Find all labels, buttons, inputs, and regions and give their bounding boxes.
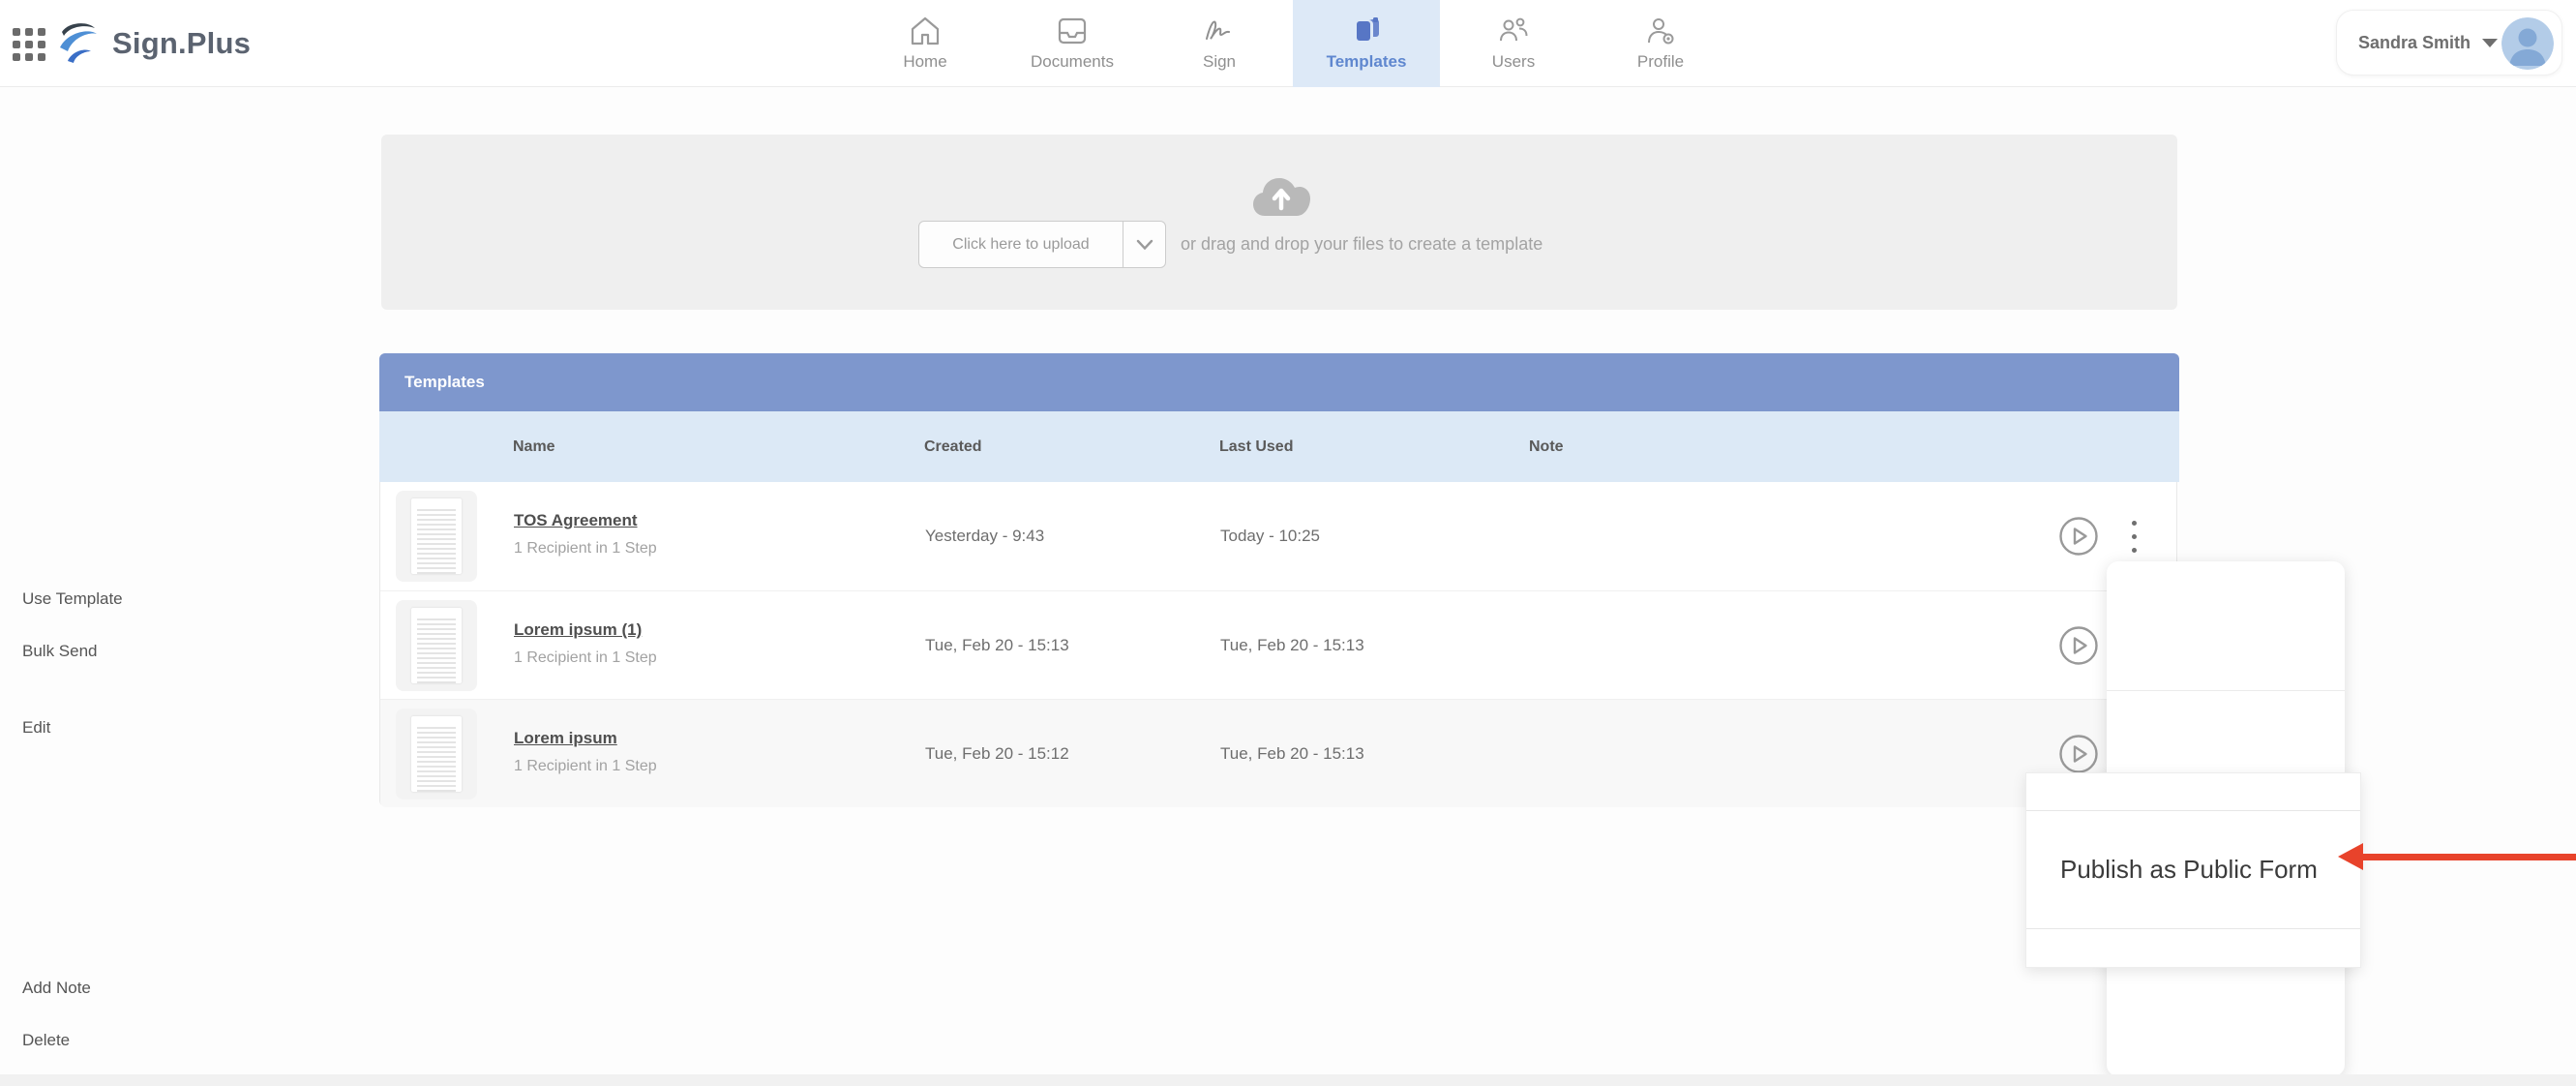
row-actions-kebab-icon[interactable] [2124, 513, 2143, 559]
callout-divider [2026, 810, 2360, 811]
template-subtitle: 1 Recipient in 1 Step [514, 758, 657, 774]
users-icon [1500, 17, 1528, 42]
menu-item-bulk-send[interactable]: Bulk Send [22, 635, 98, 668]
play-icon [2059, 626, 2098, 665]
menu-item-publish-as-public-form[interactable]: Publish as Public Form [2060, 832, 2318, 906]
menu-item-delete[interactable]: Delete [22, 1024, 70, 1057]
cloud-upload-icon [1251, 175, 1311, 225]
avatar[interactable] [2501, 17, 2554, 70]
menu-item-use-template[interactable]: Use Template [22, 583, 123, 616]
column-note: Note [1529, 437, 1564, 455]
tab-profile[interactable]: Profile [1587, 0, 1734, 87]
template-thumbnail [396, 491, 477, 582]
menu-divider [2107, 690, 2345, 691]
templates-card: Templates Name Created Last Used Note TO… [379, 353, 2179, 807]
play-icon [2059, 517, 2098, 556]
callout-divider [2026, 928, 2360, 929]
app-window: Sign.Plus Home Documents Sign Templates … [0, 0, 2576, 1086]
table-row: TOS Agreement 1 Recipient in 1 Step Yest… [380, 482, 2176, 590]
template-name-link[interactable]: Lorem ipsum (1) [514, 620, 657, 640]
magnified-menu-item-callout: Publish as Public Form [2025, 772, 2361, 968]
grid-dots-icon [13, 28, 45, 61]
tab-documents[interactable]: Documents [999, 0, 1146, 87]
profile-icon [1648, 18, 1674, 45]
brand-logo: Sign.Plus [54, 14, 251, 74]
tab-profile-label: Profile [1636, 52, 1685, 71]
use-template-play-button[interactable] [2058, 516, 2099, 557]
column-last-used: Last Used [1219, 437, 1294, 455]
use-template-play-button[interactable] [2058, 734, 2099, 774]
home-icon [911, 16, 940, 45]
tab-sign[interactable]: Sign [1146, 0, 1293, 87]
upload-button-label[interactable]: Click here to upload [919, 222, 1123, 267]
user-menu[interactable]: Sandra Smith [2336, 10, 2562, 75]
column-name: Name [513, 437, 555, 455]
created-value: Tue, Feb 20 - 15:13 [925, 636, 1069, 654]
tab-users[interactable]: Users [1440, 0, 1587, 87]
menu-item-add-note[interactable]: Add Note [22, 972, 91, 1005]
tab-home[interactable]: Home [852, 0, 999, 87]
chevron-down-icon [1136, 239, 1153, 250]
created-value: Tue, Feb 20 - 15:12 [925, 744, 1069, 763]
template-thumbnail [396, 600, 477, 691]
chevron-down-icon [2482, 38, 2499, 47]
column-created: Created [924, 437, 982, 455]
tab-users-label: Users [1491, 52, 1536, 71]
document-page-preview [411, 716, 462, 792]
tab-documents-label: Documents [1031, 52, 1114, 71]
upload-hint-text: or drag and drop your files to create a … [1181, 234, 1543, 254]
avatar-icon [2501, 17, 2554, 70]
documents-icon [1058, 17, 1087, 45]
menu-item-edit[interactable]: Edit [22, 711, 50, 744]
brand-name: Sign.Plus [112, 26, 252, 60]
last-used-value: Today - 10:25 [1220, 527, 1321, 545]
tab-sign-label: Sign [1202, 52, 1237, 71]
signplus-logo-icon [60, 23, 97, 63]
template-thumbnail [396, 709, 477, 799]
play-icon [2059, 735, 2098, 773]
tab-home-label: Home [903, 52, 947, 71]
signature-icon [1206, 20, 1230, 40]
table-column-header: Name Created Last Used Note [379, 411, 2179, 482]
template-name-link[interactable]: Lorem ipsum [514, 729, 657, 748]
tab-templates[interactable]: Templates [1293, 0, 1440, 87]
table-row: Lorem ipsum (1) 1 Recipient in 1 Step Tu… [380, 590, 2176, 699]
document-page-preview [411, 498, 462, 574]
templates-titlebar: Templates [379, 353, 2179, 411]
templates-icon [1357, 17, 1379, 41]
last-used-value: Tue, Feb 20 - 15:13 [1220, 744, 1364, 763]
created-value: Yesterday - 9:43 [925, 527, 1045, 545]
table-row: Lorem ipsum 1 Recipient in 1 Step Tue, F… [380, 699, 2176, 807]
user-name: Sandra Smith [2358, 32, 2471, 52]
document-page-preview [411, 608, 462, 683]
use-template-play-button[interactable] [2058, 625, 2099, 666]
top-bar: Sign.Plus Home Documents Sign Templates … [0, 0, 2576, 87]
upload-options-dropdown[interactable] [1123, 222, 1165, 267]
main-nav: Home Documents Sign Templates Users Prof… [852, 0, 1734, 87]
template-subtitle: 1 Recipient in 1 Step [514, 649, 657, 666]
bottom-edge-strip [0, 1074, 2576, 1086]
tab-templates-label: Templates [1326, 52, 1407, 71]
templates-title: Templates [404, 373, 485, 391]
last-used-value: Tue, Feb 20 - 15:13 [1220, 636, 1364, 654]
template-name-link[interactable]: TOS Agreement [514, 511, 657, 530]
upload-button[interactable]: Click here to upload [918, 221, 1166, 268]
app-grid-icon[interactable] [10, 25, 48, 64]
red-pointer-arrow-icon [2338, 841, 2576, 872]
template-subtitle: 1 Recipient in 1 Step [514, 540, 657, 557]
